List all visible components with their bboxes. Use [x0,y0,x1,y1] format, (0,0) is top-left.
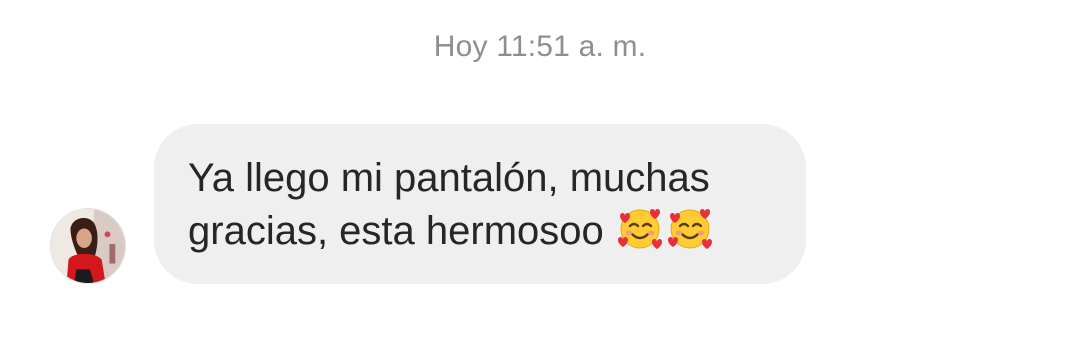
smiling-face-with-hearts-icon [616,204,664,252]
message-bubble[interactable]: Ya llego mi pantalón, muchas gracias, es… [154,124,806,284]
message-text-line-1: Ya llego mi pantalón, muchas [188,156,710,200]
message-timestamp: Hoy 11:51 a. m. [433,30,647,63]
received-message-row: Ya llego mi pantalón, muchas gracias, es… [48,124,948,286]
message-text-line-2-wrapper: gracias, esta hermosoo [188,204,776,257]
message-text-line-2: gracias, esta hermosoo [188,209,604,253]
smiling-face-with-hearts-icon [666,204,714,252]
avatar-photo [51,209,125,283]
sender-avatar[interactable] [50,208,126,284]
